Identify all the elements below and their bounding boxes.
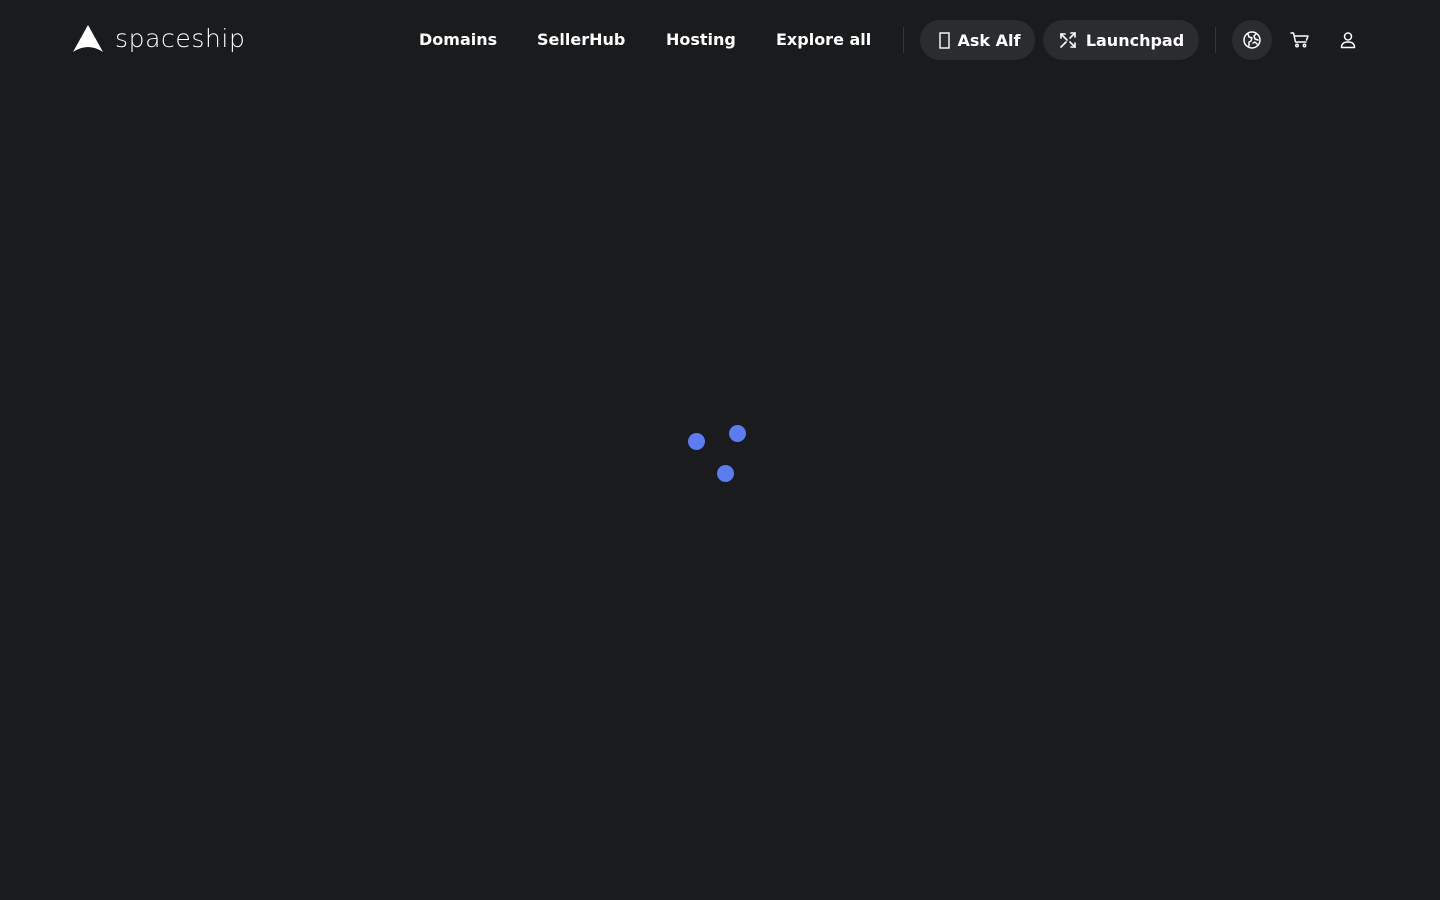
globe-icon [1243,31,1261,49]
launchpad-icon [1058,30,1078,50]
loading-dot [688,433,705,450]
top-navigation-bar: spaceship Domains SellerHub Hosting Expl… [0,0,1440,80]
nav-item-explore-all[interactable]: Explore all [776,20,871,60]
ask-alf-label: Ask Alf [957,30,1021,50]
nav-link-explore-all[interactable]: Explore all [776,20,871,60]
loading-dot [729,425,746,442]
language-button[interactable] [1232,20,1272,60]
cart-icon [1290,32,1309,48]
loading-spinner-icon [680,416,760,496]
nav-link-hosting[interactable]: Hosting [666,20,736,60]
launchpad-label: Launchpad [1085,30,1185,50]
nav-link-sellerhub[interactable]: SellerHub [537,20,625,60]
launchpad-button[interactable]: Launchpad [1043,20,1199,60]
account-button[interactable] [1328,20,1368,60]
user-icon [1340,32,1356,49]
loading-dot [717,465,734,482]
spaceship-logo-icon [73,25,103,52]
actions-divider [1215,27,1216,53]
nav-divider [903,27,904,53]
nav-item-domains[interactable]: Domains [419,20,497,60]
cart-button[interactable] [1280,20,1320,60]
nav-link-domains[interactable]: Domains [419,20,497,60]
nav-item-sellerhub[interactable]: SellerHub [537,20,625,60]
spaceship-logo[interactable]: spaceship [72,22,245,56]
glyph-placeholder-icon [938,31,950,49]
logo-wordmark: spaceship [115,24,246,53]
nav-item-hosting[interactable]: Hosting [666,20,736,60]
ask-alf-button[interactable]: Ask Alf [920,20,1035,60]
